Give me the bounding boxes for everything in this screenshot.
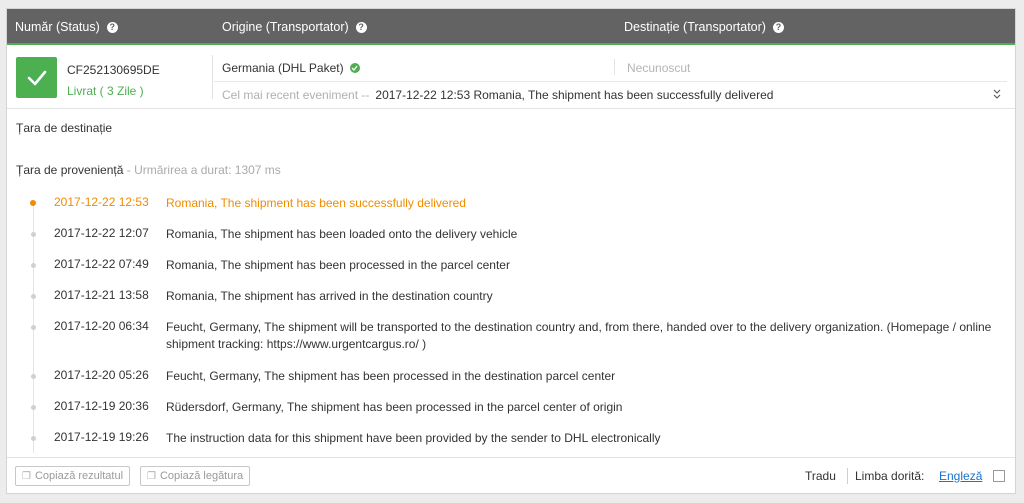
- tracking-result-panel: Număr (Status) ? Origine (Transportator)…: [6, 8, 1016, 494]
- header-origin-col: Origine (Transportator) ?: [222, 9, 367, 45]
- copy-icon: ❐: [22, 470, 31, 482]
- shipment-row[interactable]: CF252130695DE Livrat ( 3 Zile ) Germania…: [7, 47, 1015, 109]
- timeline-dot: [30, 200, 36, 206]
- header-number-label: Număr (Status): [15, 20, 100, 34]
- latest-event-value: 2017-12-22 12:53 Romania, The shipment h…: [375, 88, 774, 102]
- event-date: 2017-12-22 12:53: [54, 195, 149, 209]
- result-footer: ❐ Copiază rezultatul ❐ Copiază legătura …: [7, 457, 1015, 494]
- copy-result-button[interactable]: ❐ Copiază rezultatul: [15, 466, 131, 486]
- language-select-link[interactable]: Engleză: [939, 469, 982, 483]
- expand-toggle-icon[interactable]: [993, 89, 1001, 102]
- event-description: Feucht, Germany, The shipment will be tr…: [166, 320, 992, 351]
- divider: [214, 81, 1007, 82]
- timeline-dot: [31, 325, 36, 330]
- latest-event: Cel mai recent eveniment -- 2017-12-22 1…: [222, 88, 773, 102]
- origin-country-label: Țara de proveniență: [16, 163, 124, 177]
- destination-carrier: Necunoscut: [627, 61, 691, 75]
- divider: [847, 468, 848, 484]
- event-date: 2017-12-20 05:26: [54, 368, 149, 382]
- header-number-col: Număr (Status) ?: [15, 9, 118, 45]
- event-description: The instruction data for this shipment h…: [166, 431, 661, 445]
- destination-country-label: Țara de destinație: [16, 121, 113, 135]
- translate-link[interactable]: Tradu: [805, 469, 836, 483]
- copy-link-button[interactable]: ❐ Copiază legătura: [140, 466, 251, 486]
- tracking-duration: - Urmărirea a durat: 1307 ms: [126, 163, 281, 177]
- help-icon[interactable]: ?: [355, 21, 367, 33]
- event-description: Romania, The shipment has been processed…: [166, 258, 510, 272]
- event-description: Romania, The shipment has been successfu…: [166, 196, 466, 210]
- timeline-dot: [31, 436, 36, 441]
- tracking-number: CF252130695DE: [67, 63, 160, 77]
- event-date: 2017-12-20 06:34: [54, 319, 149, 333]
- results-header: Număr (Status) ? Origine (Transportator)…: [7, 9, 1015, 45]
- event-date: 2017-12-19 19:26: [54, 430, 149, 444]
- timeline-dot: [31, 263, 36, 268]
- origin-country-line: Țara de proveniență - Urmărirea a durat:…: [16, 163, 281, 177]
- language-label: Limba dorită:: [855, 469, 925, 483]
- timeline-dot: [31, 232, 36, 237]
- divider: [614, 59, 615, 75]
- event-description: Feucht, Germany, The shipment has been p…: [166, 369, 616, 383]
- event-date: 2017-12-22 12:07: [54, 226, 149, 240]
- event-description: Romania, The shipment has arrived in the…: [166, 289, 493, 303]
- translate-checkbox[interactable]: [993, 470, 1005, 482]
- header-origin-label: Origine (Transportator): [222, 20, 349, 34]
- divider: [212, 55, 213, 99]
- event-date: 2017-12-22 07:49: [54, 257, 149, 271]
- header-destination-col: Destinație (Transportator) ?: [624, 9, 784, 45]
- event-date: 2017-12-21 13:58: [54, 288, 149, 302]
- verified-check-icon: [349, 63, 360, 73]
- timeline-dot: [31, 374, 36, 379]
- origin-carrier: Germania (DHL Paket): [222, 61, 360, 75]
- timeline-dot: [31, 294, 36, 299]
- origin-label: Germania (DHL Paket): [222, 61, 344, 75]
- delivered-check-icon: [16, 57, 57, 98]
- header-destination-label: Destinație (Transportator): [624, 20, 766, 34]
- help-icon[interactable]: ?: [106, 21, 118, 33]
- copy-result-label: Copiază rezultatul: [34, 470, 124, 482]
- copy-icon: ❐: [147, 470, 156, 482]
- event-description: Rüdersdorf, Germany, The shipment has be…: [166, 400, 623, 414]
- timeline-dot: [31, 405, 36, 410]
- event-date: 2017-12-19 20:36: [54, 399, 149, 413]
- help-icon[interactable]: ?: [772, 21, 784, 33]
- status-badge: Livrat ( 3 Zile ): [67, 84, 144, 98]
- latest-event-label: Cel mai recent eveniment --: [222, 88, 370, 102]
- copy-link-label: Copiază legătura: [159, 470, 244, 482]
- event-description: Romania, The shipment has been loaded on…: [166, 227, 518, 241]
